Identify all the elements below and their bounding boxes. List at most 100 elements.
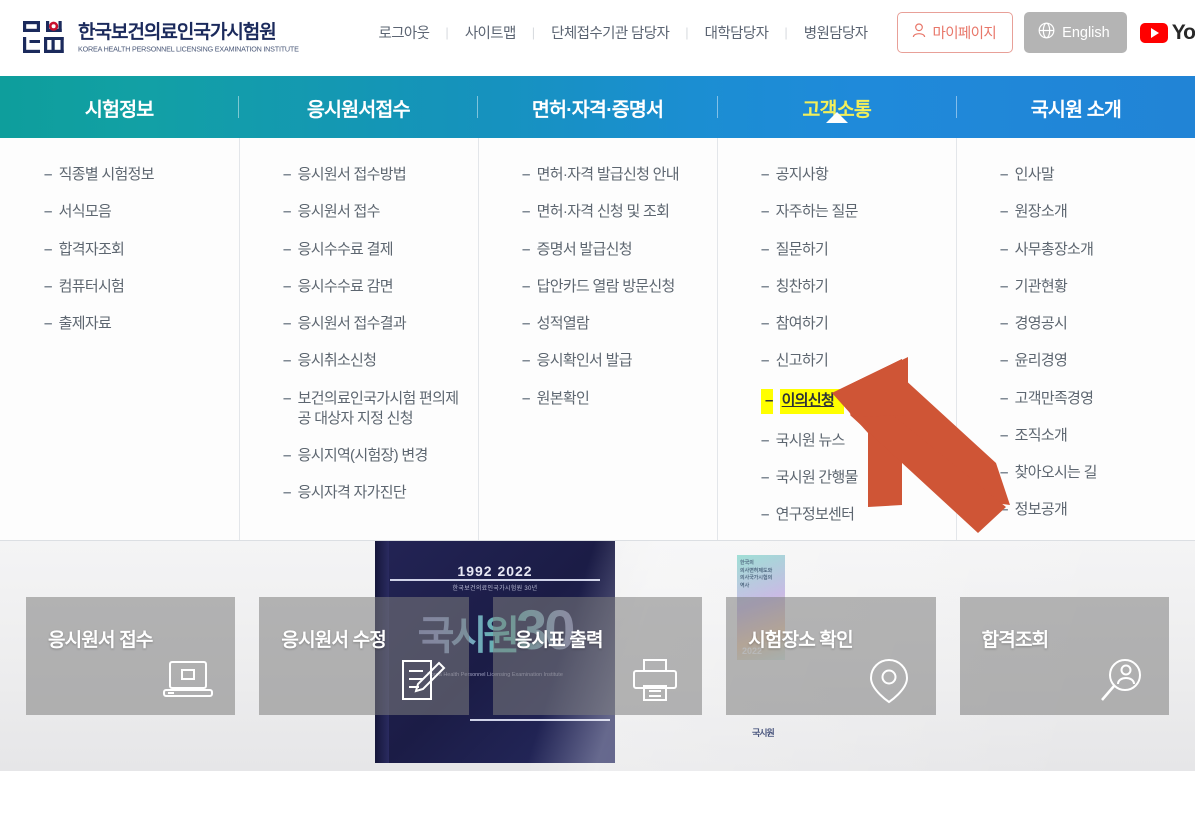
util-link-hospital[interactable]: 병원담당자 bbox=[788, 22, 884, 43]
bullet-dash-icon: – bbox=[283, 389, 291, 407]
bullet-dash-icon: – bbox=[522, 277, 530, 295]
mega-item[interactable]: – 정보공개 bbox=[1000, 500, 1185, 520]
mega-item-label: 윤리경영 bbox=[1014, 352, 1068, 370]
util-link-sitemap[interactable]: 사이트맵 bbox=[449, 22, 532, 43]
mega-item[interactable]: – 공지사항 bbox=[761, 165, 946, 185]
english-button[interactable]: English bbox=[1024, 12, 1127, 53]
mega-item[interactable]: – 응시취소신청 bbox=[283, 351, 468, 371]
mega-item[interactable]: – 응시지역(시험장) 변경 bbox=[283, 446, 468, 466]
util-link-logout[interactable]: 로그아웃 bbox=[362, 22, 445, 43]
quick-link-label: 응시원서 접수 bbox=[48, 630, 153, 651]
mega-item[interactable]: – 참여하기 bbox=[761, 314, 946, 334]
bullet-dash-icon: – bbox=[522, 352, 530, 370]
mega-item[interactable]: – 국시원 간행물 bbox=[761, 468, 946, 488]
mega-item[interactable]: – 직종별 시험정보 bbox=[44, 165, 229, 185]
bullet-dash-icon: – bbox=[1000, 501, 1008, 519]
mega-item-label: 신고하기 bbox=[775, 352, 829, 370]
util-link-university[interactable]: 대학담당자 bbox=[689, 22, 785, 43]
mega-item-label: 응시원서 접수결과 bbox=[297, 315, 407, 332]
mega-item[interactable]: – 연구정보센터 bbox=[761, 505, 946, 525]
mega-item[interactable]: – 답안카드 열람 방문신청 bbox=[522, 277, 707, 297]
bullet-dash-icon: – bbox=[44, 240, 52, 258]
mega-item[interactable]: – 응시원서 접수결과 bbox=[283, 314, 468, 334]
mega-item-label: 응시취소신청 bbox=[297, 352, 377, 370]
mega-item-label: 면허·자격 발급신청 안내 bbox=[536, 166, 680, 183]
mega-item-label: 찾아오시는 길 bbox=[1014, 464, 1098, 481]
mega-item[interactable]: – 원본확인 bbox=[522, 389, 707, 409]
mega-list-license: – 면허·자격 발급신청 안내 – 면허·자격 신청 및 조회 – 증명서 발급신청 … bbox=[478, 165, 717, 409]
mega-item[interactable]: – 컴퓨터시험 bbox=[44, 277, 229, 297]
nav-active-caret-icon bbox=[825, 111, 848, 123]
quick-link-label: 응시표 출력 bbox=[514, 630, 604, 651]
nav-item-about[interactable]: 국시원 소개 bbox=[957, 93, 1195, 122]
mega-item[interactable]: – 원장소개 bbox=[1000, 202, 1185, 222]
bullet-dash-icon: – bbox=[761, 240, 769, 258]
mega-item-label: 응시원서 접수 bbox=[297, 203, 381, 221]
page-root: 한국보건의료인국가시험원 KOREA HEALTH PERSONNEL LICE… bbox=[0, 0, 1195, 813]
mega-item-label: 응시확인서 발급 bbox=[536, 352, 633, 370]
quick-link-card-exam-venue[interactable]: 시험장소 확인 bbox=[726, 597, 936, 715]
laptop-icon bbox=[161, 657, 215, 707]
mega-item[interactable]: – 응시원서 접수 bbox=[283, 202, 468, 222]
mega-item-label: 기관현황 bbox=[1014, 277, 1068, 295]
nav-item-exam-info[interactable]: 시험정보 bbox=[0, 93, 238, 122]
mega-item[interactable]: – 응시자격 자가진단 bbox=[283, 483, 468, 503]
quick-link-card-application-submit[interactable]: 응시원서 접수 bbox=[26, 597, 236, 715]
bullet-dash-icon: – bbox=[761, 166, 769, 183]
mega-item[interactable]: – 국시원 뉴스 bbox=[761, 431, 946, 451]
mega-item-label: 응시지역(시험장) 변경 bbox=[297, 447, 429, 464]
bullet-dash-icon: – bbox=[283, 315, 291, 332]
mega-item[interactable]: – 인사말 bbox=[1000, 165, 1185, 185]
mega-item[interactable]: – 칭찬하기 bbox=[761, 277, 946, 297]
nav-item-application[interactable]: 응시원서접수 bbox=[239, 93, 477, 122]
quick-link-card-admission-ticket[interactable]: 응시표 출력 bbox=[492, 597, 703, 715]
mega-item[interactable]: – 합격자조회 bbox=[44, 240, 229, 260]
quick-link-card-application-edit[interactable]: 응시원서 수정 bbox=[259, 597, 469, 715]
mega-item[interactable]: – 신고하기 bbox=[761, 351, 946, 371]
globe-icon bbox=[1038, 22, 1055, 43]
nav-item-customer-communication[interactable]: 고객소통 bbox=[718, 93, 956, 123]
mega-item-label: 국시원 뉴스 bbox=[775, 431, 846, 449]
mega-item-objection-highlighted[interactable]: – 이의신청 bbox=[761, 388, 946, 414]
mega-item[interactable]: – 면허·자격 발급신청 안내 bbox=[522, 165, 707, 185]
mega-item-label: 공지사항 bbox=[775, 166, 829, 183]
mega-item[interactable]: – 사무총장소개 bbox=[1000, 240, 1185, 260]
mega-column-about: – 인사말 – 원장소개 – 사무총장소개 – 기관현황 – 경영공시 – 윤리경영 – 고객… bbox=[956, 138, 1195, 540]
bullet-dash-icon: – bbox=[761, 315, 769, 332]
mega-item-label: 사무총장소개 bbox=[1014, 240, 1094, 258]
user-icon bbox=[912, 23, 926, 42]
mega-item[interactable]: – 자주하는 질문 bbox=[761, 202, 946, 222]
mega-item[interactable]: – 응시확인서 발급 bbox=[522, 351, 707, 371]
mega-item[interactable]: – 보건의료인국가시험 편의제공 대상자 지정 신청 bbox=[283, 389, 468, 430]
mega-item[interactable]: – 응시수수료 결제 bbox=[283, 240, 468, 260]
mega-item[interactable]: – 고객만족경영 bbox=[1000, 389, 1185, 409]
mega-list-about: – 인사말 – 원장소개 – 사무총장소개 – 기관현황 – 경영공시 – 윤리경영 – 고객… bbox=[956, 165, 1195, 521]
mega-item[interactable]: – 기관현황 bbox=[1000, 277, 1185, 297]
mega-item[interactable]: – 성적열람 bbox=[522, 314, 707, 334]
mega-item[interactable]: – 경영공시 bbox=[1000, 314, 1185, 334]
mega-item[interactable]: – 찾아오시는 길 bbox=[1000, 463, 1185, 483]
mega-item[interactable]: – 응시수수료 감면 bbox=[283, 277, 468, 297]
site-header: 한국보건의료인국가시험원 KOREA HEALTH PERSONNEL LICE… bbox=[0, 0, 1195, 76]
map-pin-icon bbox=[862, 657, 916, 707]
mega-item[interactable]: – 서식모음 bbox=[44, 202, 229, 222]
bullet-dash-icon: – bbox=[1000, 315, 1008, 332]
mega-item-label: 경영공시 bbox=[1014, 315, 1068, 332]
mega-item[interactable]: – 응시원서 접수방법 bbox=[283, 165, 468, 185]
mega-item-label: 합격자조회 bbox=[58, 240, 125, 258]
util-link-group-agency[interactable]: 단체접수기관 담당자 bbox=[535, 22, 685, 43]
bullet-dash-icon: – bbox=[1000, 240, 1008, 258]
youtube-link[interactable]: Yo bbox=[1139, 21, 1195, 45]
mega-item[interactable]: – 면허·자격 신청 및 조회 bbox=[522, 202, 707, 222]
mega-item[interactable]: – 출제자료 bbox=[44, 314, 229, 334]
mypage-button[interactable]: 마이페이지 bbox=[897, 12, 1014, 53]
mega-item[interactable]: – 질문하기 bbox=[761, 240, 946, 260]
mega-item[interactable]: – 조직소개 bbox=[1000, 426, 1185, 446]
mega-item[interactable]: – 윤리경영 bbox=[1000, 351, 1185, 371]
nav-item-license[interactable]: 면허·자격·증명서 bbox=[478, 93, 716, 122]
bullet-dash-icon: – bbox=[44, 203, 52, 221]
quick-link-card-result-lookup[interactable]: 합격조회 bbox=[959, 597, 1170, 715]
mega-item[interactable]: – 증명서 발급신청 bbox=[522, 240, 707, 260]
quick-link-label: 시험장소 확인 bbox=[748, 630, 853, 651]
site-logo[interactable]: 한국보건의료인국가시험원 KOREA HEALTH PERSONNEL LICE… bbox=[22, 18, 299, 58]
